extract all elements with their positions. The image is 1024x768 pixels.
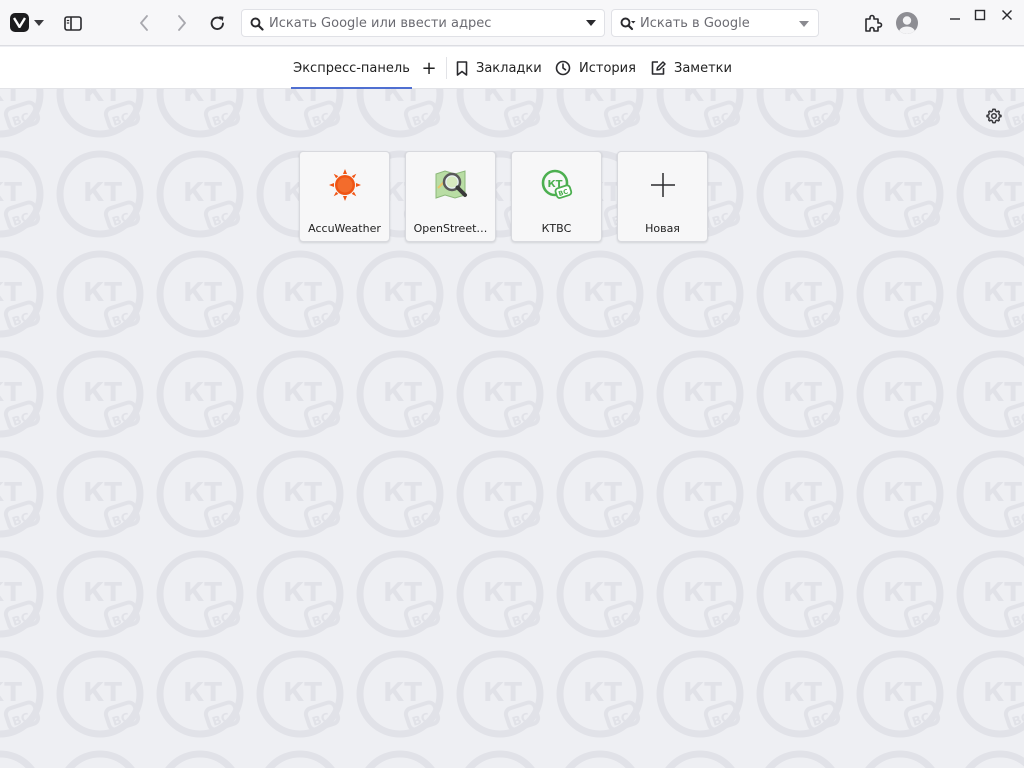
speed-dial-title: OpenStreet… xyxy=(413,222,488,235)
search-icon xyxy=(250,16,264,35)
address-dropdown-icon[interactable] xyxy=(586,20,596,26)
tab-speed-dial[interactable]: Экспресс-панель xyxy=(291,47,412,89)
gear-icon[interactable] xyxy=(984,106,1004,126)
speed-dial-title: AccuWeather xyxy=(308,222,381,235)
ktvs-logo: КТ ВС xyxy=(512,164,601,206)
add-speed-dial-group-button[interactable]: + xyxy=(420,47,438,89)
maximize-icon[interactable] xyxy=(970,6,990,24)
minimize-icon[interactable] xyxy=(945,6,965,24)
chevron-down-icon[interactable] xyxy=(33,13,45,32)
sun-icon xyxy=(300,164,389,206)
search-bar[interactable] xyxy=(611,9,819,37)
add-speed-dial-button[interactable]: Новая xyxy=(617,151,708,242)
extensions-icon[interactable] xyxy=(861,11,885,35)
speed-dial-ktvs[interactable]: КТ ВС КТВС xyxy=(511,151,602,242)
speed-dial-accuweather[interactable]: AccuWeather xyxy=(299,151,390,242)
plus-icon: + xyxy=(421,57,437,79)
tab-speed-dial-label: Экспресс-панель xyxy=(293,60,410,76)
clock-icon xyxy=(555,60,571,76)
speed-dial-openstreetmap[interactable]: OpenStreet… xyxy=(405,151,496,242)
start-page-tabbar: Экспресс-панель + Закладки История Замет… xyxy=(0,47,1024,89)
tab-history-label: История xyxy=(579,60,636,76)
map-magnifier-icon xyxy=(406,164,495,206)
tab-notes[interactable]: Заметки xyxy=(650,47,732,89)
search-input[interactable] xyxy=(640,10,800,36)
search-engine-icon xyxy=(620,16,636,35)
search-dropdown-icon[interactable] xyxy=(799,21,809,27)
tab-notes-label: Заметки xyxy=(674,60,732,76)
tab-bookmarks[interactable]: Закладки xyxy=(456,47,542,89)
note-edit-icon xyxy=(651,61,666,75)
reload-icon[interactable] xyxy=(205,11,229,35)
close-icon[interactable] xyxy=(997,6,1017,24)
speed-dial-title: КТВС xyxy=(541,222,572,235)
address-input[interactable] xyxy=(269,10,579,36)
bookmark-icon xyxy=(456,60,468,76)
vivaldi-logo-icon[interactable] xyxy=(10,13,29,32)
profile-avatar-icon[interactable] xyxy=(894,10,920,36)
back-icon[interactable] xyxy=(132,11,156,35)
speed-dial-title: Новая xyxy=(645,222,680,235)
forward-icon[interactable] xyxy=(170,11,194,35)
tab-history[interactable]: История xyxy=(555,47,636,89)
plus-icon xyxy=(618,164,707,206)
tab-bookmarks-label: Закладки xyxy=(476,60,542,76)
browser-toolbar xyxy=(0,0,1024,46)
tab-separator xyxy=(446,57,447,79)
panel-toggle-icon[interactable] xyxy=(61,11,85,35)
address-bar[interactable] xyxy=(241,9,605,37)
